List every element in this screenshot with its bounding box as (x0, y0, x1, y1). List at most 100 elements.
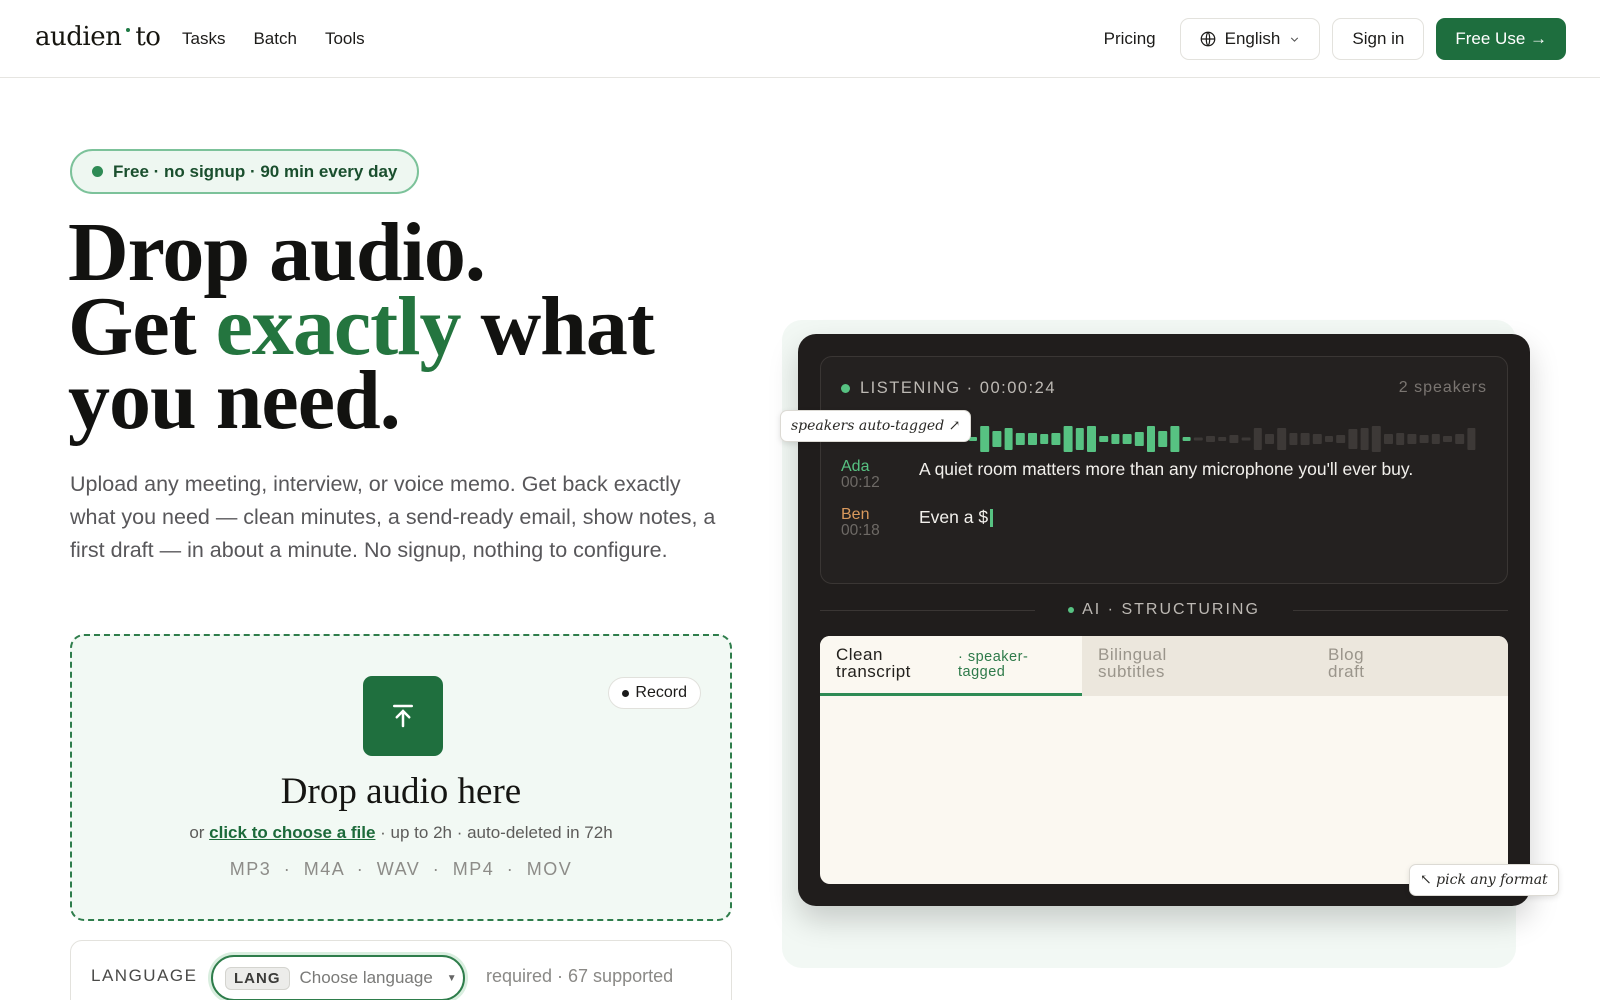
speaker-time: 00:18 (841, 522, 880, 539)
waveform-bar (1371, 426, 1381, 452)
dropzone-or: or (189, 823, 210, 842)
waveform-bar (1241, 437, 1251, 441)
logo-text-left: audien (35, 22, 122, 52)
speaker-count: 2 speakers (1398, 379, 1487, 396)
nav-link-tasks[interactable]: Tasks (182, 29, 225, 49)
waveform-bar (1040, 434, 1049, 444)
divider-rule (1293, 610, 1508, 611)
waveform-bar (1467, 428, 1476, 450)
globe-icon (1200, 31, 1215, 47)
waveform-bar (1087, 426, 1096, 452)
ai-label-text: AI · STRUCTURING (1082, 601, 1260, 618)
speaker-name: Ben (841, 506, 870, 523)
logo[interactable]: audien to (35, 22, 161, 52)
waveform-bar (1111, 434, 1120, 444)
waveform-bar (1443, 436, 1452, 442)
hero-headline: Drop audio. Get exactly what you need. (68, 211, 655, 443)
dropzone-limits: · up to 2h · auto-deleted in 72h (375, 823, 613, 842)
waveform-bar (1289, 433, 1298, 445)
waveform-bar (1277, 428, 1287, 450)
record-button-label: Record (635, 684, 687, 701)
language-placeholder: Choose language (299, 968, 433, 987)
tab-bilingual-subtitles[interactable]: Bilingual subtitles (1082, 636, 1312, 696)
waveform-bar (1015, 433, 1025, 445)
tab-blog-draft[interactable]: Blog draft (1312, 636, 1508, 696)
waveform-bar (1099, 436, 1109, 442)
language-row: LANGUAGE LANG Choose language ▼ required… (70, 940, 732, 1000)
speaker-name: Ada (841, 458, 870, 475)
language-selector[interactable]: English (1179, 18, 1321, 60)
waveform-bar (1396, 433, 1405, 445)
typing-cursor (990, 509, 994, 528)
transcript-text: A quiet room matters more than any micro… (919, 459, 1414, 479)
free-use-button[interactable]: Free Use → (1436, 18, 1566, 60)
record-dot-icon (622, 689, 630, 697)
logo-text-right: to (135, 22, 161, 52)
waveform-bar (1336, 435, 1346, 443)
status-dot (92, 166, 103, 177)
listening-status: LISTENING · 00:00:24 (841, 379, 1056, 398)
annotation-pick-format: ↖ pick any format (1409, 864, 1559, 896)
upload-icon[interactable] (363, 676, 443, 756)
divider-rule (820, 610, 1035, 611)
waveform-bar (1051, 433, 1061, 445)
nav-link-batch[interactable]: Batch (253, 29, 296, 49)
supported-formats: MP3 · M4A · WAV · MP4 · MOV (229, 859, 573, 879)
tab-clean-transcript[interactable]: Clean transcript · speaker-tagged (820, 636, 1082, 696)
nav-link-pricing[interactable]: Pricing (1104, 29, 1156, 49)
lang-tag: LANG (225, 966, 290, 990)
waveform-bar (1407, 434, 1417, 444)
format-mp4: MP4 (452, 859, 495, 879)
waveform-bar (1158, 431, 1168, 447)
waveform-bar (1004, 428, 1013, 450)
waveform-bar (1193, 437, 1203, 441)
waveform-bar (1455, 434, 1465, 444)
top-nav: audien to Tasks Batch Tools Pricing Engli… (0, 0, 1600, 78)
typing-text: Even a $ (919, 507, 989, 527)
nav-actions: Pricing English Sign in Free Use → (1104, 18, 1566, 60)
waveform-bar (1348, 429, 1358, 449)
language-select[interactable]: LANG Choose language ▼ (211, 955, 465, 1000)
speaker-label: Ben 00:18 (841, 507, 919, 539)
waveform-bar (1170, 426, 1180, 452)
choose-file-link[interactable]: click to choose a file (209, 823, 375, 842)
waveform-bar (1063, 426, 1073, 452)
language-selector-label: English (1224, 29, 1281, 48)
waveform-bar (1431, 434, 1440, 444)
ai-structuring-label: AI · STRUCTURING (1068, 601, 1260, 619)
annotation-speakers-tagged: speakers auto-tagged ↗ (780, 410, 972, 442)
format-m4a: M4A (303, 859, 345, 879)
ai-dot-icon (1068, 607, 1075, 613)
tab-label: Blog draft (1328, 645, 1365, 681)
speaker-time: 00:12 (841, 474, 880, 491)
waveform (969, 426, 1476, 452)
waveform-bar (1253, 428, 1262, 450)
listening-panel: LISTENING · 00:00:24 2 speakers Ada 00:1… (820, 356, 1508, 584)
transcript-text-typing: Even a $ (919, 507, 994, 539)
waveform-bar (1147, 426, 1155, 452)
waveform-bar (980, 426, 990, 452)
chevron-down-icon (1291, 36, 1299, 42)
waveform-bar (1312, 434, 1322, 444)
record-button[interactable]: Record (608, 677, 701, 709)
waveform-bar (1229, 435, 1239, 443)
free-badge-text: Free · no signup · 90 min every day (113, 161, 398, 181)
language-note: required · 67 supported (486, 966, 674, 986)
format-mp3: MP3 (229, 859, 272, 879)
waveform-bar (1300, 433, 1310, 445)
sign-in-button[interactable]: Sign in (1332, 18, 1425, 60)
tab-sublabel: · speaker-tagged (958, 649, 1029, 680)
headline-line-3: you need. (68, 354, 401, 447)
format-mov: MOV (526, 859, 573, 879)
waveform-bar (1325, 436, 1333, 442)
language-label: LANGUAGE (91, 966, 198, 985)
audio-dropzone[interactable]: Record Drop audio here or click to choos… (70, 634, 732, 921)
waveform-bar (1182, 437, 1191, 441)
logo-dot (126, 28, 131, 32)
listening-text: LISTENING · 00:00:24 (860, 379, 1056, 397)
nav-link-tools[interactable]: Tools (325, 29, 365, 49)
format-wav: WAV (376, 859, 421, 879)
waveform-bar (992, 431, 1002, 447)
tab-label: Bilingual subtitles (1098, 645, 1167, 681)
output-tabs: Clean transcript · speaker-tagged Biling… (820, 636, 1508, 696)
